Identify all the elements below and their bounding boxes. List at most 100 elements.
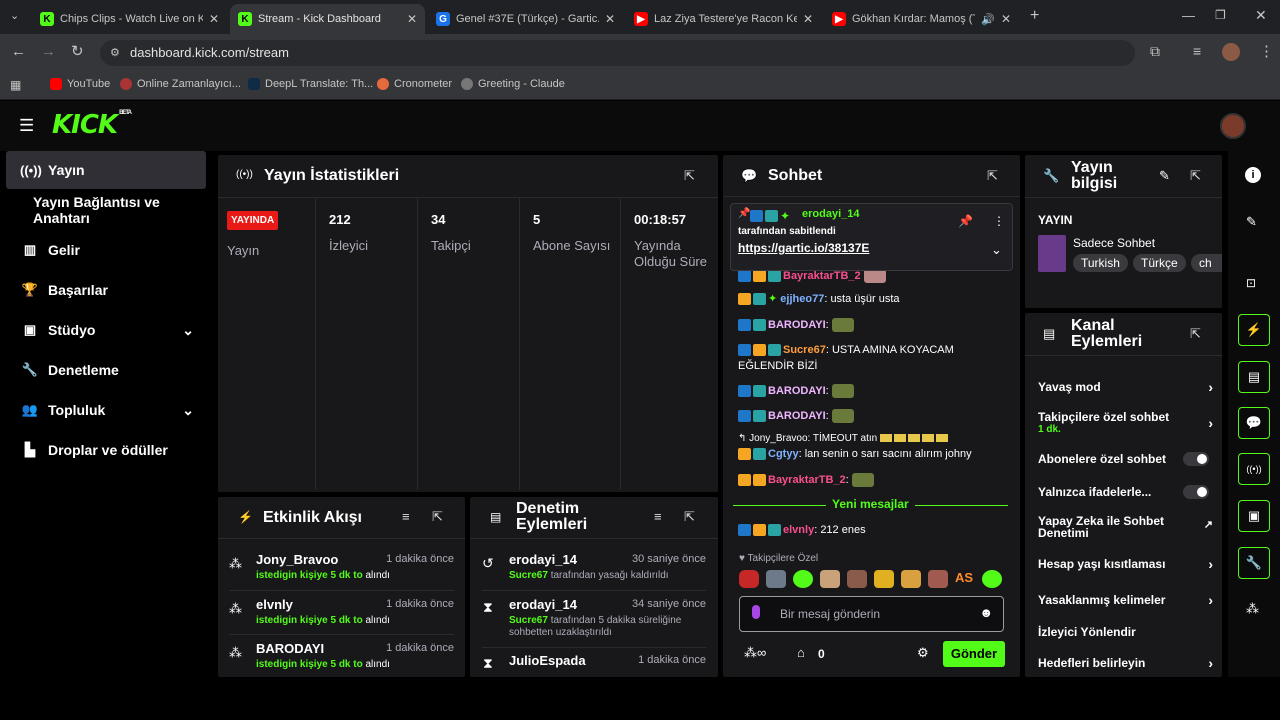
tab-search-icon[interactable]: ⌄	[10, 9, 19, 22]
browser-tab-3[interactable]: G Genel #37E (Türkçe) - Gartic.io ✕	[428, 4, 623, 34]
sidebar-item-droplar[interactable]: ▙ Droplar ve ödüller	[6, 431, 206, 469]
rail-moderation-button[interactable]: ▤	[1238, 361, 1270, 393]
sidebar-item-topluluk[interactable]: 👥 Topluluk ⌄	[6, 391, 206, 429]
close-tab-icon[interactable]: ✕	[1001, 12, 1011, 26]
tag-turkish[interactable]: Turkish	[1073, 254, 1128, 272]
browser-tab-1[interactable]: K Chips Clips - Watch Live on Kick ✕	[32, 4, 227, 34]
reload-icon[interactable]: ↻	[71, 42, 84, 60]
profile-avatar[interactable]	[1222, 43, 1240, 61]
action-set-goals[interactable]: Hedefleri belirleyin ›	[1038, 655, 1213, 671]
more-options-icon[interactable]: ⋮	[993, 214, 1005, 228]
pinned-link[interactable]: https://gartic.io/38137E	[738, 241, 869, 255]
back-icon[interactable]: ←	[11, 43, 26, 60]
action-subscribers-only[interactable]: Abonelere özel sohbet	[1038, 452, 1213, 466]
settings-gear-icon[interactable]: ⚙	[917, 645, 929, 661]
forward-icon[interactable]: →	[41, 43, 56, 60]
rail-stream-info-button[interactable]: 🔧	[1238, 547, 1270, 579]
sidebar-item-studyo[interactable]: ▣ Stüdyo ⌄	[6, 311, 206, 349]
restore-icon[interactable]: ❐	[1215, 8, 1226, 22]
unpin-icon[interactable]: 📌	[958, 214, 973, 228]
chat-input[interactable]: Bir mesaj gönderin ☻	[739, 596, 1004, 632]
rail-chat-button[interactable]: 💬	[1238, 407, 1270, 439]
popout-icon[interactable]: ⇱	[987, 168, 998, 184]
emote-icon[interactable]	[766, 570, 786, 588]
hamburger-menu-icon[interactable]: ☰	[19, 116, 34, 136]
bookmark-youtube[interactable]: YouTube	[50, 78, 110, 90]
bookmark-timer[interactable]: Online Zamanlayıcı...	[120, 78, 241, 90]
emote-only-toggle[interactable]	[1183, 485, 1209, 499]
site-info-icon[interactable]: ⚙	[110, 40, 120, 66]
chevron-down-icon[interactable]: ⌄	[991, 242, 1002, 258]
close-tab-icon[interactable]: ✕	[803, 12, 813, 26]
popout-icon[interactable]: ⇱	[1190, 168, 1201, 184]
emote-icon[interactable]	[847, 570, 867, 588]
action-slow-mode[interactable]: Yavaş mod ›	[1038, 379, 1213, 395]
close-window-icon[interactable]: ✕	[1255, 7, 1267, 24]
user-avatar[interactable]	[1220, 113, 1246, 139]
close-tab-icon[interactable]: ✕	[605, 12, 615, 26]
media-icon[interactable]: ≡	[1193, 43, 1201, 59]
action-banned-words[interactable]: Yasaklanmış kelimeler ›	[1038, 592, 1213, 608]
emote-as-icon[interactable]: AS	[955, 570, 975, 588]
bookmark-deepl[interactable]: DeepL Translate: Th...	[248, 78, 373, 90]
browser-tab-5[interactable]: ▶ Gökhan Kırdar: Mamoş (Tür🔊✕	[824, 4, 1019, 34]
popout-icon[interactable]: ⇱	[684, 168, 695, 184]
filter-icon[interactable]: ≡	[654, 509, 662, 524]
popout-icon[interactable]: ⇱	[432, 509, 443, 525]
action-raid[interactable]: İzleyici Yönlendir	[1038, 625, 1213, 639]
extensions-icon[interactable]: ⧉	[1150, 43, 1160, 60]
action-ai-moderation[interactable]: Yapay Zeka ile Sohbet Denetimi ↗	[1038, 515, 1213, 539]
broadcast-icon: ((•))	[20, 162, 42, 178]
popout-icon[interactable]: ⇱	[684, 509, 695, 525]
emote-icon[interactable]	[820, 570, 840, 588]
new-tab-icon[interactable]: +	[1030, 7, 1039, 25]
sidebar-item-denetleme[interactable]: 🔧 Denetleme	[6, 351, 206, 389]
pinned-user[interactable]: erodayi_14	[802, 208, 859, 220]
bookmark-cronometer[interactable]: Cronometer	[377, 78, 452, 90]
edit-pencil-icon[interactable]: ✎	[1159, 168, 1170, 184]
close-tab-icon[interactable]: ✕	[407, 12, 417, 26]
gift-icon[interactable]: ⌂	[797, 645, 805, 660]
emote-heart-icon[interactable]	[739, 570, 759, 588]
drops-icon[interactable]: ⁂	[1246, 601, 1259, 617]
drops-icon[interactable]: ⁂∞	[744, 645, 766, 661]
popout-icon[interactable]: ⇱	[1190, 326, 1201, 342]
emote-smile-icon[interactable]	[982, 570, 1002, 588]
apps-icon[interactable]: ▦	[10, 78, 21, 92]
sidebar-item-yayin[interactable]: ((•)) Yayın	[6, 151, 206, 189]
screen-capture-icon[interactable]: ⊡	[1246, 276, 1256, 290]
browser-tab-2[interactable]: K Stream - Kick Dashboard ✕	[230, 4, 425, 34]
bookmark-claude[interactable]: Greeting - Claude	[461, 78, 565, 90]
sidebar-item-gelir[interactable]: ▥ Gelir	[6, 231, 206, 269]
menu-icon[interactable]: ⋮	[1259, 42, 1274, 60]
sidebar-item-stream-key[interactable]: Yayın Bağlantısı ve Anahtarı	[6, 191, 216, 229]
action-emote-only[interactable]: Yalnızca ifadelerle...	[1038, 485, 1213, 499]
new-messages-label[interactable]: Yeni mesajlar	[826, 497, 915, 511]
subscribers-only-toggle[interactable]	[1183, 452, 1209, 466]
action-account-age[interactable]: Hesap yaşı kısıtlaması ›	[1038, 556, 1213, 572]
rail-channel-actions-button[interactable]: ▣	[1238, 500, 1270, 532]
microphone-icon[interactable]	[752, 605, 760, 619]
kick-logo[interactable]: KICK BETA	[52, 110, 132, 140]
close-tab-icon[interactable]: ✕	[209, 12, 219, 26]
info-icon[interactable]: i	[1245, 167, 1261, 183]
browser-tab-4[interactable]: ▶ Laz Ziya Testere'ye Racon Kesiyor✕	[626, 4, 821, 34]
edit-pencil-icon[interactable]: ✎	[1246, 214, 1257, 230]
tag-turkce[interactable]: Türkçe	[1133, 254, 1186, 272]
tag-ch[interactable]: ch	[1191, 254, 1222, 272]
filter-icon[interactable]: ≡	[402, 509, 410, 524]
url-input[interactable]: ⚙ dashboard.kick.com/stream	[100, 40, 1135, 66]
minimize-icon[interactable]: —	[1182, 8, 1195, 23]
kick-header	[0, 101, 1280, 151]
rail-activity-button[interactable]: ⚡	[1238, 314, 1270, 346]
rail-stats-button[interactable]: ((•))	[1238, 453, 1270, 485]
sidebar-item-basarilar[interactable]: 🏆 Başarılar	[6, 271, 206, 309]
emote-icon[interactable]	[874, 570, 894, 588]
emote-smile-icon[interactable]	[793, 570, 813, 588]
emote-icon[interactable]	[901, 570, 921, 588]
emoji-icon[interactable]: ☻	[979, 605, 993, 620]
action-followers-only[interactable]: Takipçilere özel sohbet 1 dk. ›	[1038, 410, 1213, 435]
send-button[interactable]: Gönder	[943, 641, 1005, 667]
moderation-divider	[470, 538, 718, 539]
emote-icon[interactable]	[928, 570, 948, 588]
